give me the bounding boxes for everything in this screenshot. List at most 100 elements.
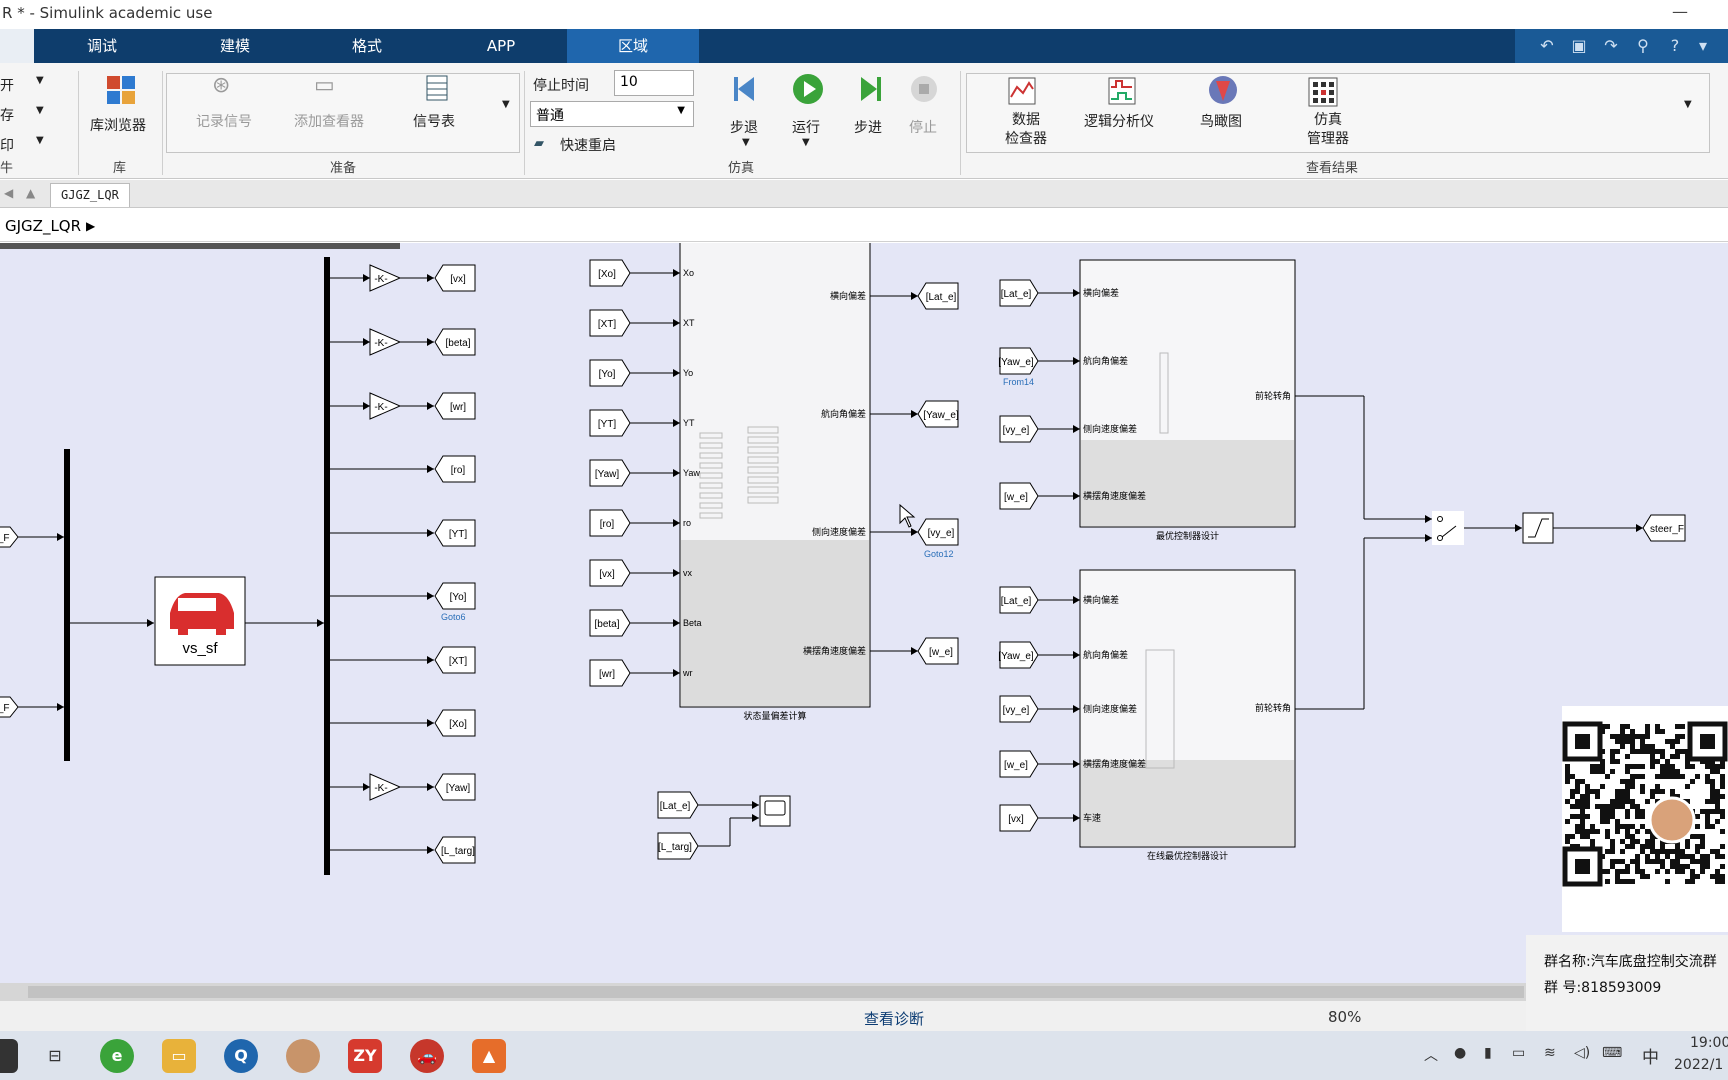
goto-tag[interactable]: [vy_e]	[928, 528, 955, 539]
from-tag[interactable]: [wr]	[599, 669, 615, 680]
chevron-down-icon[interactable]: ▼	[502, 99, 510, 110]
library-browser-button[interactable]: 库浏览器	[90, 115, 146, 135]
goto-tag[interactable]: [Lat_e]	[926, 292, 957, 303]
print-item[interactable]: 印	[0, 135, 14, 155]
run-button[interactable]: 运行	[792, 117, 820, 137]
horizontal-scrollbar[interactable]	[0, 983, 1526, 1001]
add-viewer-button[interactable]: 添加查看器	[294, 111, 364, 131]
from-tag[interactable]: [Lat_e]	[1001, 289, 1032, 300]
from-tag[interactable]: [Xo]	[598, 269, 616, 280]
from-tag[interactable]: [Yaw_e]	[998, 357, 1034, 368]
search-app-icon[interactable]: Q	[224, 1039, 258, 1073]
tab-file[interactable]	[0, 29, 34, 63]
clock-date[interactable]: 2022/1	[1674, 1057, 1723, 1073]
chevron-down-icon[interactable]: ▼	[1684, 99, 1692, 110]
chevron-down-icon[interactable]: ▼	[742, 137, 750, 148]
goto-tag[interactable]: [w_e]	[929, 647, 953, 658]
matlab-icon[interactable]: ▲	[472, 1039, 506, 1073]
from-tag-left[interactable]: r_F	[0, 533, 10, 544]
from-tag[interactable]: [Lat_e]	[1001, 596, 1032, 607]
chevron-up-icon[interactable]: ︿	[1424, 1045, 1438, 1065]
from-tag[interactable]: [L_targ]	[658, 842, 692, 853]
from-tag[interactable]: [Lat_e]	[660, 801, 691, 812]
browser-icon[interactable]: e	[100, 1039, 134, 1073]
stop-button[interactable]: 停止	[909, 117, 937, 137]
step-forward-button[interactable]: 步进	[854, 117, 882, 137]
chevron-down-icon[interactable]: ▼	[36, 135, 44, 146]
goto-tag[interactable]: [Yaw_e]	[923, 410, 959, 421]
battery-icon[interactable]: ▭	[1512, 1045, 1525, 1061]
from-tag[interactable]: [beta]	[594, 619, 619, 630]
from-tag[interactable]: [vx]	[1008, 814, 1024, 825]
from-tag[interactable]: [YT]	[598, 419, 617, 430]
goto-tag[interactable]: [Xo]	[449, 719, 467, 730]
file-explorer-icon[interactable]: ▭	[162, 1039, 196, 1073]
goto-tag[interactable]: [XT]	[449, 656, 468, 667]
chevron-down-icon[interactable]: ▼	[36, 105, 44, 116]
signal-table-button[interactable]: 信号表	[413, 111, 455, 131]
goto-tag[interactable]: steer_F	[1650, 524, 1684, 535]
open-item[interactable]: 开	[0, 75, 14, 95]
from-tag[interactable]: [Yaw_e]	[998, 651, 1034, 662]
from-tag[interactable]: [vy_e]	[1003, 425, 1030, 436]
from-tag[interactable]: [vy_e]	[1003, 705, 1030, 716]
from-tag[interactable]: [XT]	[598, 319, 617, 330]
chevron-down-icon[interactable]: ▼	[36, 75, 44, 86]
start-icon[interactable]	[0, 1039, 18, 1073]
task-view-icon[interactable]: ⊟	[38, 1039, 72, 1073]
goto-tag[interactable]: [vx]	[450, 274, 466, 285]
goto-tag[interactable]: [Yo]	[450, 592, 467, 603]
minimize-button[interactable]: —	[1672, 2, 1688, 21]
simulation-manager-button[interactable]: 仿真 管理器	[1307, 111, 1349, 149]
tab-region[interactable]: 区域	[567, 29, 699, 63]
help-icon[interactable]: ?	[1664, 35, 1686, 57]
goto-tag[interactable]: [wr]	[450, 402, 466, 413]
tab-debug[interactable]: 调试	[34, 29, 170, 63]
tab-modeling[interactable]: 建模	[170, 29, 300, 63]
car-app-icon[interactable]: 🚗	[410, 1039, 444, 1073]
simulation-mode-select[interactable]: 普通 ▼	[530, 101, 694, 127]
goto-tag[interactable]: [YT]	[449, 529, 468, 540]
save-item[interactable]: 存	[0, 105, 14, 125]
from-tag[interactable]: [ro]	[600, 519, 615, 530]
goto-tag[interactable]: [Yaw]	[446, 783, 470, 794]
chevron-down-icon[interactable]: ▼	[802, 137, 810, 148]
tab-apps[interactable]: APP	[434, 29, 568, 63]
from-tag[interactable]: [Yo]	[599, 369, 616, 380]
breadcrumb[interactable]: GJGZ_LQR	[5, 217, 81, 235]
from-tag[interactable]: [Yaw]	[595, 469, 619, 480]
data-inspector-button[interactable]: 数据 检查器	[1005, 111, 1047, 149]
stop-time-input[interactable]: 10	[614, 70, 694, 96]
clock-time[interactable]: 19:00	[1690, 1035, 1728, 1051]
view-diagnostics-link[interactable]: 查看诊断	[864, 1008, 924, 1029]
from-tag-left[interactable]: r_F	[0, 703, 10, 714]
log-signal-button[interactable]: 记录信号	[196, 111, 252, 131]
from-tag[interactable]: [w_e]	[1004, 492, 1028, 503]
birds-eye-button[interactable]: 鸟瞰图	[1200, 111, 1242, 131]
goto-tag[interactable]: [L_targ]	[441, 846, 475, 857]
volume-icon[interactable]: ◁)	[1574, 1045, 1590, 1061]
undo-icon[interactable]: ↶	[1536, 35, 1558, 57]
model-canvas[interactable]: r_F r_F vs_sf -K- [vx] -K- [beta] -K- [wr] [ro] [Y…	[0, 243, 1728, 993]
scrollbar-thumb[interactable]	[28, 986, 1524, 998]
redo-icon[interactable]: ↷	[1600, 35, 1622, 57]
chevron-right-icon[interactable]: ▶	[86, 219, 95, 233]
tab-format[interactable]: 格式	[300, 29, 434, 63]
ime-indicator[interactable]: 中	[1642, 1043, 1659, 1068]
document-tab[interactable]: GJGZ_LQR	[50, 183, 130, 207]
back-arrow-icon[interactable]: ◀	[4, 186, 13, 200]
from-tag[interactable]: [vx]	[599, 569, 615, 580]
from-tag[interactable]: [w_e]	[1004, 760, 1028, 771]
block-diagram[interactable]: r_F r_F vs_sf -K- [vx] -K- [beta] -K- [wr] [ro] [Y…	[0, 243, 1728, 993]
zy-app-icon[interactable]: ZY	[348, 1039, 382, 1073]
chevron-down-icon[interactable]: ▾	[1692, 35, 1714, 57]
step-back-button[interactable]: 步退	[730, 117, 758, 137]
goto-tag[interactable]: [ro]	[451, 465, 466, 476]
avatar-app-icon[interactable]	[286, 1039, 320, 1073]
qq-icon[interactable]: ●	[1454, 1045, 1466, 1061]
search-icon[interactable]: ⚲	[1632, 35, 1654, 57]
microphone-icon[interactable]: ▮	[1484, 1045, 1492, 1061]
up-arrow-icon[interactable]: ▲	[26, 186, 35, 200]
wifi-icon[interactable]: ≋	[1544, 1045, 1556, 1061]
library-browser-icon[interactable]	[106, 75, 136, 105]
